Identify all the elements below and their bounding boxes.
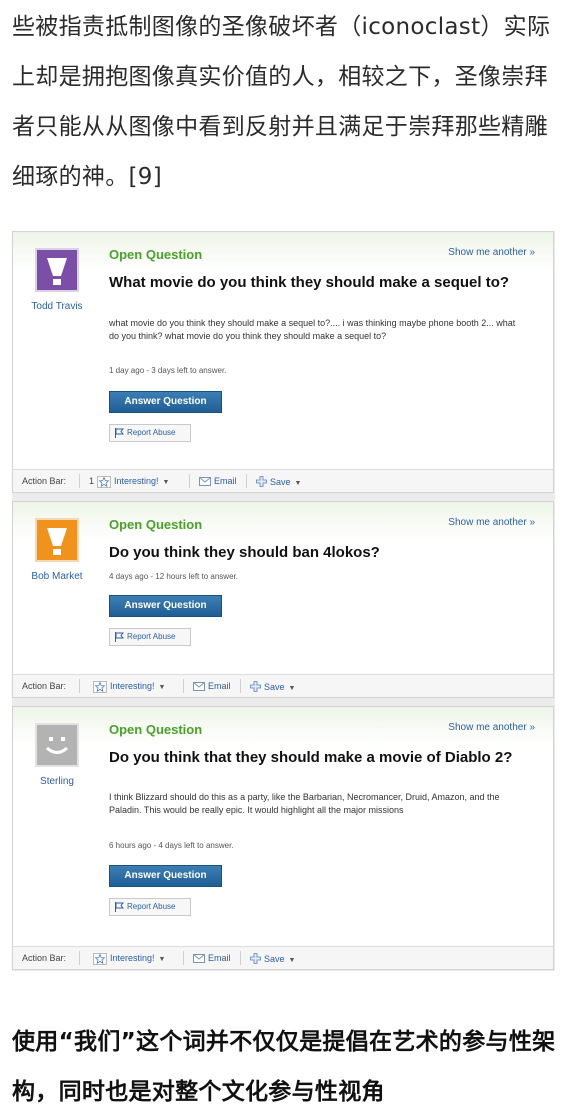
plus-icon xyxy=(250,681,261,692)
username[interactable]: Todd Travis xyxy=(13,301,101,312)
chevron-down-icon: ▼ xyxy=(158,956,166,963)
show-another-link[interactable]: Show me another » xyxy=(448,247,535,258)
chevron-down-icon: ▼ xyxy=(162,479,170,486)
avatar[interactable] xyxy=(35,248,79,292)
report-abuse-button[interactable]: Report Abuse xyxy=(109,424,191,442)
flag-icon xyxy=(115,428,124,438)
star-icon xyxy=(93,953,107,965)
star-icon xyxy=(97,476,112,488)
show-another-link[interactable]: Show me another » xyxy=(448,517,535,528)
chevron-down-icon: ▼ xyxy=(288,685,296,692)
question-card: Bob Market Open Question Show me another… xyxy=(12,501,554,698)
question-body: what movie do you think they should make… xyxy=(109,318,516,341)
interesting-button[interactable]: Interesting! ▼ xyxy=(93,953,165,965)
question-meta: 6 hours ago - 4 days left to answer. xyxy=(109,841,234,850)
report-abuse-button[interactable]: Report Abuse xyxy=(109,628,191,646)
question-meta: 4 days ago - 12 hours left to answer. xyxy=(109,572,238,581)
answer-question-button[interactable]: Answer Question xyxy=(109,865,222,887)
email-button[interactable]: Email xyxy=(193,953,231,963)
avatar[interactable] xyxy=(35,518,79,562)
question-title[interactable]: Do you think they should ban 4lokos? xyxy=(109,544,529,561)
interesting-button[interactable]: Interesting! ▼ xyxy=(93,681,165,693)
article-intro-paragraph: 些被指责抵制图像的圣像破坏者（iconoclast）实际上却是拥抱图像真实价值的… xyxy=(12,14,551,190)
report-abuse-button[interactable]: Report Abuse xyxy=(109,898,191,916)
action-bar-label: Action Bar: xyxy=(22,476,67,486)
email-button[interactable]: Email xyxy=(199,476,237,486)
username[interactable]: Sterling xyxy=(13,776,101,787)
star-icon xyxy=(93,681,107,693)
avatar[interactable] xyxy=(35,723,79,767)
username[interactable]: Bob Market xyxy=(13,571,101,582)
yahoo-answers-screenshot: Todd Travis Open Question Show me anothe… xyxy=(12,231,555,971)
interesting-count: 1 xyxy=(89,476,95,486)
show-another-link[interactable]: Show me another » xyxy=(448,722,535,733)
report-abuse-label: Report Abuse xyxy=(127,428,176,437)
answer-question-button[interactable]: Answer Question xyxy=(109,595,222,617)
save-button[interactable]: Save ▼ xyxy=(256,476,301,487)
plus-icon xyxy=(256,476,267,487)
interesting-button[interactable]: 1 Interesting! ▼ xyxy=(89,476,169,488)
action-bar: Action Bar: 1 Interesting! ▼ Email Save ▼ xyxy=(13,469,553,492)
answer-question-button[interactable]: Answer Question xyxy=(109,391,222,413)
question-meta: 1 day ago - 3 days left to answer. xyxy=(109,366,227,375)
question-title[interactable]: Do you think that they should make a mov… xyxy=(109,749,529,766)
question-card: Todd Travis Open Question Show me anothe… xyxy=(12,231,554,493)
save-button[interactable]: Save ▼ xyxy=(250,953,295,964)
action-bar: Action Bar: Interesting! ▼ Email Save ▼ xyxy=(13,946,553,969)
open-question-label: Open Question xyxy=(109,722,203,737)
flag-icon xyxy=(115,902,124,912)
envelope-icon xyxy=(193,954,205,963)
report-abuse-label: Report Abuse xyxy=(127,632,176,641)
action-bar-label: Action Bar: xyxy=(22,681,67,691)
question-card: Sterling Open Question Show me another »… xyxy=(12,706,554,970)
question-body: I think Blizzard should do this as a par… xyxy=(109,792,500,815)
envelope-icon xyxy=(199,477,211,486)
action-bar-label: Action Bar: xyxy=(22,953,67,963)
open-question-label: Open Question xyxy=(109,517,203,532)
save-button[interactable]: Save ▼ xyxy=(250,681,295,692)
action-bar: Action Bar: Interesting! ▼ Email Save ▼ xyxy=(13,674,553,697)
chevron-down-icon: ▼ xyxy=(288,957,296,964)
question-title[interactable]: What movie do you think they should make… xyxy=(109,274,529,291)
envelope-icon xyxy=(193,682,205,691)
chevron-down-icon: ▼ xyxy=(158,684,166,691)
article-outro-paragraph: 使用“我们”这个词并不仅仅是提倡在艺术的参与性架构，同时也是对整个文化参与性视角 xyxy=(12,1029,556,1105)
chevron-down-icon: ▼ xyxy=(294,480,302,487)
flag-icon xyxy=(115,632,124,642)
email-button[interactable]: Email xyxy=(193,681,231,691)
open-question-label: Open Question xyxy=(109,247,203,262)
plus-icon xyxy=(250,953,261,964)
report-abuse-label: Report Abuse xyxy=(127,902,176,911)
